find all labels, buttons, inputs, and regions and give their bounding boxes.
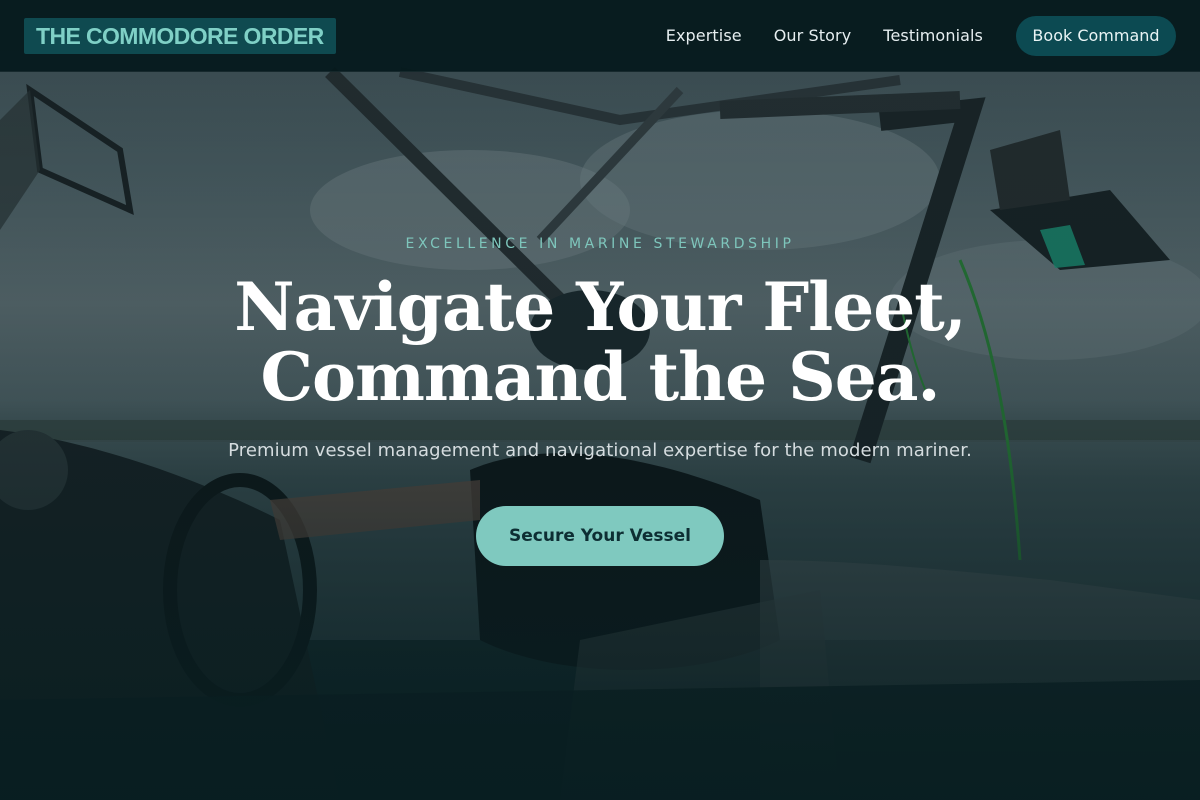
hero-headline: Navigate Your Fleet, Command the Sea.: [0, 272, 1200, 412]
nav-link-testimonials[interactable]: Testimonials: [883, 26, 983, 45]
nav-link-our-story[interactable]: Our Story: [774, 26, 852, 45]
hero-headline-line-1: Navigate Your Fleet,: [234, 268, 966, 346]
book-command-button[interactable]: Book Command: [1016, 15, 1176, 56]
page: THE COMMODORE ORDER Expertise Our Story …: [0, 0, 1200, 800]
secure-your-vessel-button[interactable]: Secure Your Vessel: [476, 506, 724, 566]
nav-links: Expertise Our Story Testimonials Book Co…: [666, 15, 1176, 56]
nav-link-expertise[interactable]: Expertise: [666, 26, 742, 45]
brand-logo[interactable]: THE COMMODORE ORDER: [24, 17, 336, 54]
hero-headline-line-2: Command the Sea.: [260, 338, 941, 416]
hero-eyebrow: EXCELLENCE IN MARINE STEWARDSHIP: [405, 236, 795, 252]
top-navigation: THE COMMODORE ORDER Expertise Our Story …: [0, 0, 1200, 72]
hero-subheading: Premium vessel management and navigation…: [228, 440, 972, 461]
hero-section: EXCELLENCE IN MARINE STEWARDSHIP Navigat…: [0, 0, 1200, 800]
